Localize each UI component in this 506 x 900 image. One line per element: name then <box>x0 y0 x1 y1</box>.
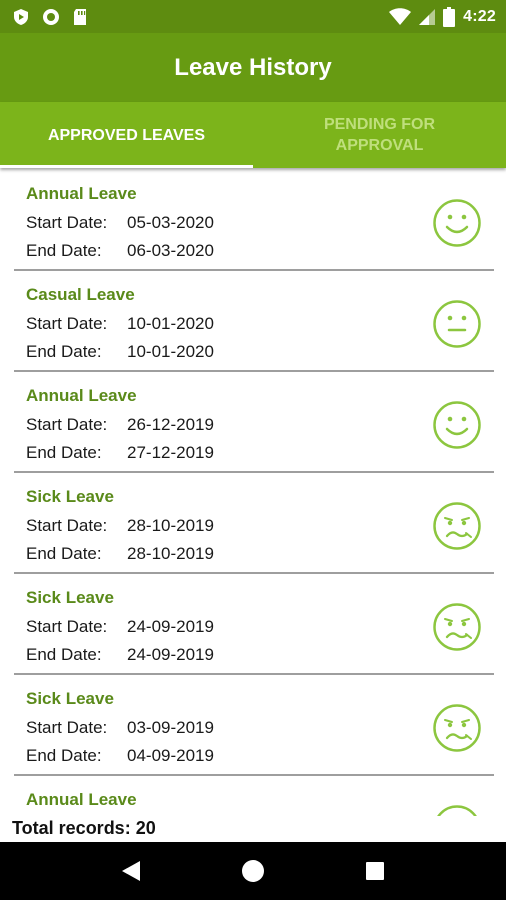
list-item[interactable]: Annual Leave <box>0 776 506 816</box>
leave-type: Sick Leave <box>26 689 114 708</box>
leave-type: Annual Leave <box>26 386 137 405</box>
cell-signal-icon <box>419 8 436 26</box>
start-date-label: Start Date: <box>26 314 108 333</box>
leave-type: Casual Leave <box>26 285 135 304</box>
start-date-row: Start Date: 26-12-2019 <box>26 415 214 435</box>
sick-icon <box>433 704 481 752</box>
start-date-value: 26-12-2019 <box>127 415 214 434</box>
end-date-value: 04-09-2019 <box>127 746 214 765</box>
total-records: Total records: 20 <box>12 818 156 838</box>
start-date-label: Start Date: <box>26 617 108 636</box>
end-date-label: End Date: <box>26 241 102 260</box>
start-date-value: 10-01-2020 <box>127 314 214 333</box>
home-icon[interactable] <box>233 851 273 891</box>
smile-icon <box>433 199 481 247</box>
sd-card-icon <box>72 8 88 26</box>
list-item[interactable]: Sick Leave Start Date: 28-10-2019 End Da… <box>0 473 506 574</box>
start-date-row: Start Date: 10-01-2020 <box>26 314 214 334</box>
end-date-row: End Date: 28-10-2019 <box>26 544 214 564</box>
start-date-row: Start Date: 05-03-2020 <box>26 213 214 233</box>
end-date-label: End Date: <box>26 342 102 361</box>
end-date-label: End Date: <box>26 544 102 563</box>
end-date-value: 24-09-2019 <box>127 645 214 664</box>
start-date-value: 05-03-2020 <box>127 213 214 232</box>
status-bar: 4:22 <box>0 0 506 33</box>
end-date-row: End Date: 24-09-2019 <box>26 645 214 665</box>
end-date-label: End Date: <box>26 443 102 462</box>
end-date-value: 06-03-2020 <box>127 241 214 260</box>
end-date-value: 28-10-2019 <box>127 544 214 563</box>
leave-list[interactable]: Annual Leave Start Date: 05-03-2020 End … <box>0 170 506 816</box>
leave-type: Annual Leave <box>26 790 137 809</box>
page-title: Leave History <box>174 53 332 81</box>
recents-icon[interactable] <box>355 851 395 891</box>
play-protect-icon <box>12 8 30 26</box>
list-item[interactable]: Sick Leave Start Date: 03-09-2019 End Da… <box>0 675 506 776</box>
end-date-row: End Date: 10-01-2020 <box>26 342 214 362</box>
end-date-row: End Date: 27-12-2019 <box>26 443 214 463</box>
start-date-label: Start Date: <box>26 415 108 434</box>
list-item[interactable]: Annual Leave Start Date: 26-12-2019 End … <box>0 372 506 473</box>
sick-icon <box>433 603 481 651</box>
start-date-row: Start Date: 03-09-2019 <box>26 718 214 738</box>
list-item[interactable]: Sick Leave Start Date: 24-09-2019 End Da… <box>0 574 506 675</box>
start-date-value: 03-09-2019 <box>127 718 214 737</box>
system-nav-bar <box>0 842 506 900</box>
start-date-row: Start Date: 28-10-2019 <box>26 516 214 536</box>
end-date-label: End Date: <box>26 645 102 664</box>
start-date-label: Start Date: <box>26 213 108 232</box>
clock-time: 4:22 <box>463 7 496 25</box>
back-icon[interactable] <box>111 851 151 891</box>
leave-type: Sick Leave <box>26 487 114 506</box>
end-date-row: End Date: 06-03-2020 <box>26 241 214 261</box>
end-date-label: End Date: <box>26 746 102 765</box>
smile-icon <box>437 805 477 816</box>
sick-icon <box>433 502 481 550</box>
tab-pending-for-approval[interactable]: PENDING FOR APPROVAL <box>253 102 506 168</box>
end-date-value: 10-01-2020 <box>127 342 214 361</box>
start-date-label: Start Date: <box>26 718 108 737</box>
status-bar-left <box>12 8 88 26</box>
tab-bar: APPROVED LEAVES PENDING FOR APPROVAL <box>0 102 506 168</box>
status-bar-right: 4:22 <box>389 6 496 27</box>
start-date-value: 28-10-2019 <box>127 516 214 535</box>
battery-icon <box>443 6 456 27</box>
start-date-value: 24-09-2019 <box>127 617 214 636</box>
app-bar: Leave History <box>0 33 506 102</box>
list-item[interactable]: Casual Leave Start Date: 10-01-2020 End … <box>0 271 506 372</box>
end-date-row: End Date: 04-09-2019 <box>26 746 214 766</box>
wifi-icon <box>389 7 412 26</box>
smile-icon <box>433 401 481 449</box>
leave-type: Annual Leave <box>26 184 137 203</box>
record-icon <box>42 8 60 26</box>
leave-type: Sick Leave <box>26 588 114 607</box>
list-item[interactable]: Annual Leave Start Date: 05-03-2020 End … <box>0 170 506 271</box>
end-date-value: 27-12-2019 <box>127 443 214 462</box>
neutral-icon <box>433 300 481 348</box>
tab-approved-leaves[interactable]: APPROVED LEAVES <box>0 102 253 168</box>
start-date-row: Start Date: 24-09-2019 <box>26 617 214 637</box>
start-date-label: Start Date: <box>26 516 108 535</box>
